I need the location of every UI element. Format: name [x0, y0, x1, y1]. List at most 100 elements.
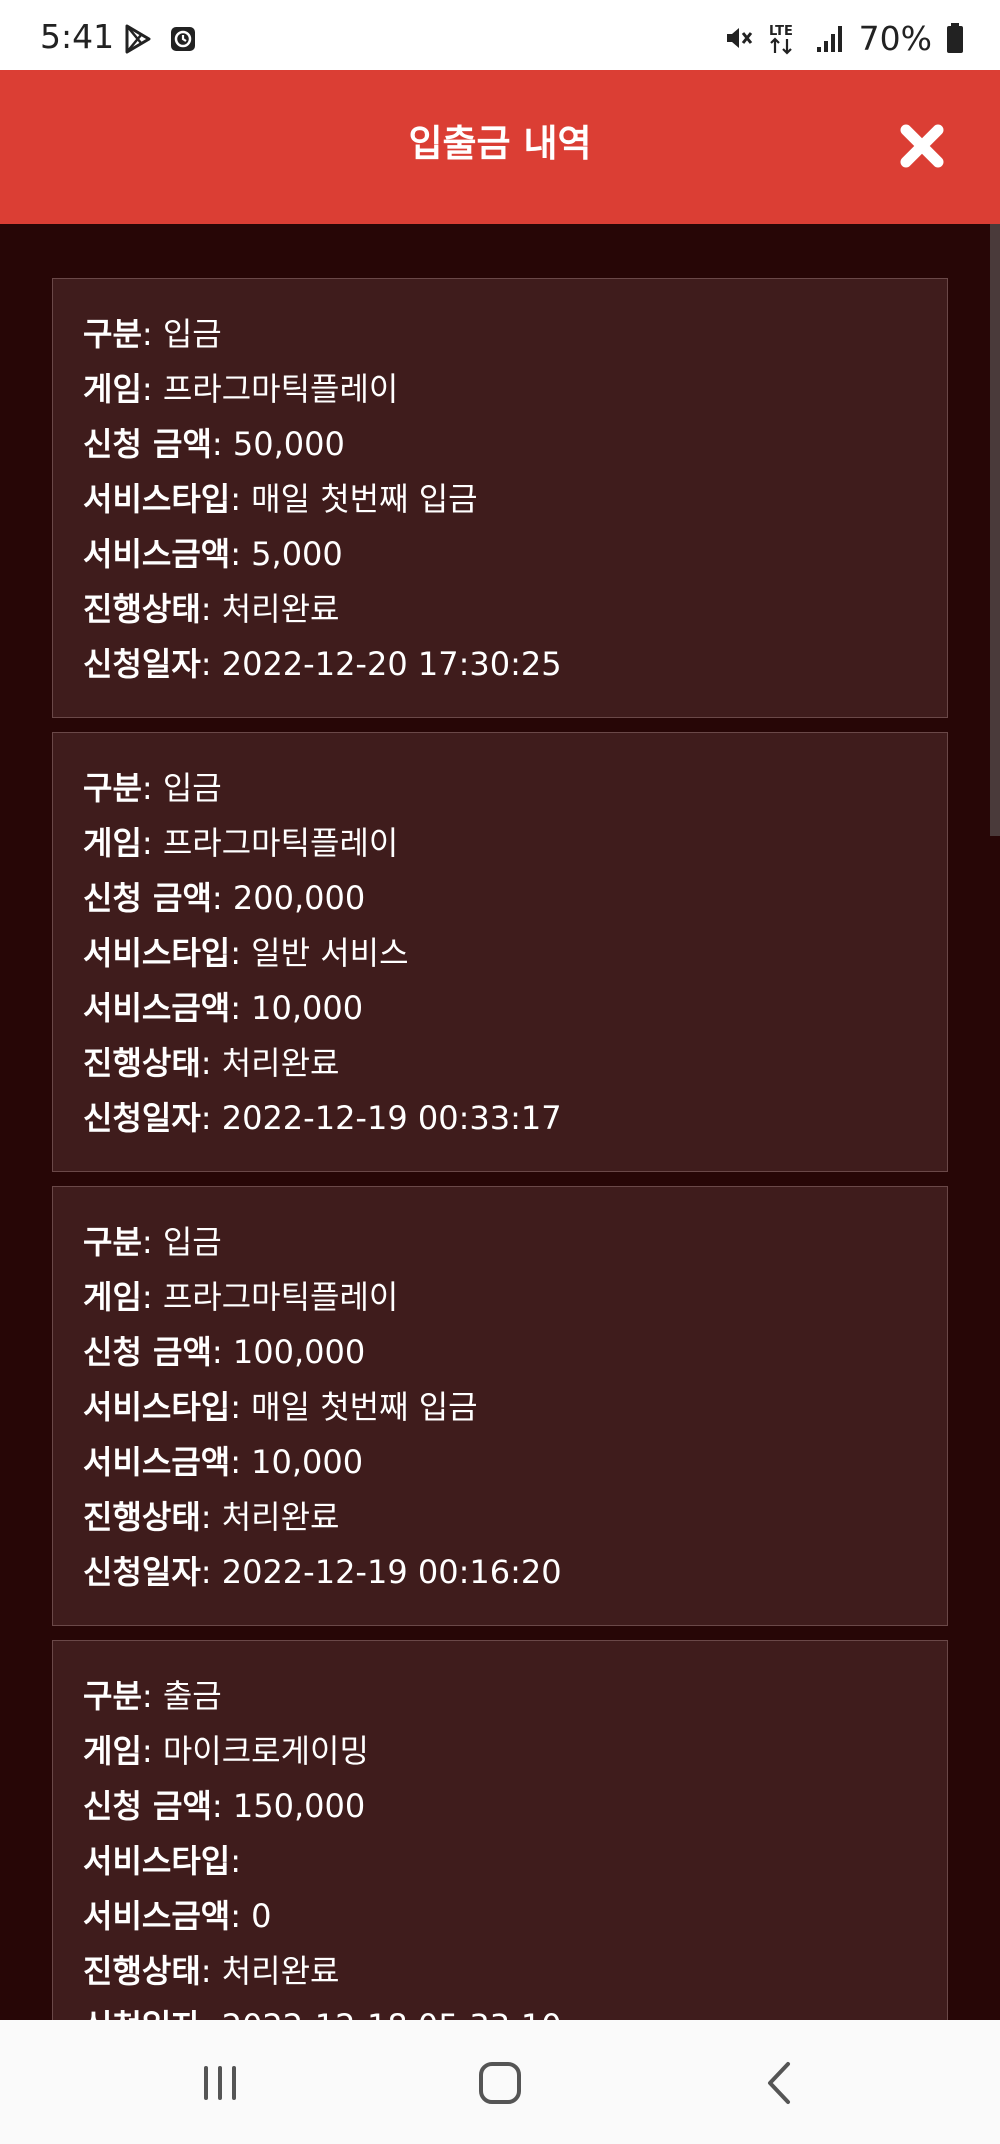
transaction-card: 구분: 입금 게임: 프라그마틱플레이 신청 금액: 200,000 서비스타입…: [52, 732, 948, 1172]
date-value: 2022-12-20 17:30:25: [221, 645, 562, 683]
date-label: 신청일자: [83, 2007, 201, 2020]
transaction-list-scroll[interactable]: 구분: 입금 게임: 프라그마틱플레이 신청 금액: 50,000 서비스타입:…: [0, 224, 1000, 2020]
type-value: 입금: [162, 315, 222, 353]
date-value: 2022-12-19 00:33:17: [221, 1099, 562, 1137]
close-icon: [900, 124, 944, 168]
status-value: 처리완료: [221, 1498, 340, 1536]
date-label: 신청일자: [83, 1553, 201, 1591]
back-icon: [768, 2062, 790, 2104]
service-type-label: 서비스타입: [83, 1388, 231, 1426]
service-type-label: 서비스타입: [83, 1842, 231, 1880]
service-amount-row: 서비스금액: 5,000: [83, 535, 343, 573]
game-row: 게임: 프라그마틱플레이: [83, 824, 399, 862]
type-value: 입금: [162, 1223, 222, 1261]
game-label: 게임: [83, 370, 142, 408]
close-button[interactable]: [896, 120, 948, 172]
game-row: 게임: 프라그마틱플레이: [83, 1278, 399, 1316]
service-type-row: 서비스타입: 매일 첫번째 입금: [83, 1388, 478, 1426]
transaction-card: 구분: 출금 게임: 마이크로게이밍 신청 금액: 150,000 서비스타입:…: [52, 1640, 948, 2020]
service-type-row: 서비스타입: 일반 서비스: [83, 934, 409, 972]
service-type-label: 서비스타입: [83, 934, 231, 972]
service-amount-label: 서비스금액: [83, 1897, 231, 1935]
service-amount-label: 서비스금액: [83, 1443, 231, 1481]
type-label: 구분: [83, 1223, 142, 1261]
game-value: 프라그마틱플레이: [162, 824, 399, 862]
status-label: 진행상태: [83, 1952, 201, 1990]
amount-value: 50,000: [232, 425, 345, 463]
amount-label: 신청 금액: [83, 879, 212, 917]
recents-button[interactable]: [190, 2060, 250, 2106]
amount-value: 100,000: [232, 1333, 366, 1371]
transaction-card: 구분: 입금 게임: 프라그마틱플레이 신청 금액: 50,000 서비스타입:…: [52, 278, 948, 718]
game-row: 게임: 프라그마틱플레이: [83, 370, 399, 408]
transaction-card: 구분: 입금 게임: 프라그마틱플레이 신청 금액: 100,000 서비스타입…: [52, 1186, 948, 1626]
battery-icon: [947, 23, 963, 53]
battery-percentage: 70%: [858, 18, 932, 58]
game-label: 게임: [83, 1278, 142, 1316]
lte-signal-icon: LTE: [769, 24, 793, 55]
network-label: LTE: [769, 24, 793, 39]
home-button[interactable]: [470, 2060, 530, 2106]
service-amount-value: 10,000: [251, 1443, 364, 1481]
scrollbar[interactable]: [990, 224, 1000, 836]
page-title: 입출금 내역: [408, 122, 592, 165]
service-type-value: 매일 첫번째 입금: [251, 1388, 478, 1426]
status-system-icons: LTE 70%: [723, 20, 964, 56]
back-button[interactable]: [750, 2060, 810, 2106]
amount-label: 신청 금액: [83, 1333, 212, 1371]
service-type-row: 서비스타입: 매일 첫번째 입금: [83, 480, 478, 518]
amount-row: 신청 금액: 100,000: [83, 1333, 366, 1371]
status-time: 5:41: [40, 17, 115, 56]
game-label: 게임: [83, 824, 142, 862]
date-value: 2022-12-19 00:16:20: [221, 1553, 562, 1591]
status-bar: 5:41 LTE 70%: [0, 0, 1000, 70]
date-row: 신청일자: 2022-12-18 05:33:10: [83, 1999, 917, 2020]
status-value: 처리완료: [221, 590, 340, 628]
play-store-icon: [125, 24, 151, 54]
type-row: 구분: 출금: [83, 1677, 222, 1715]
date-label: 신청일자: [83, 645, 201, 683]
service-amount-row: 서비스금액: 10,000: [83, 1443, 364, 1481]
amount-value: 150,000: [232, 1787, 366, 1825]
status-label: 진행상태: [83, 1044, 201, 1082]
type-label: 구분: [83, 315, 142, 353]
home-icon: [479, 2062, 521, 2104]
status-row: 진행상태: 처리완료: [83, 590, 340, 628]
type-row: 구분: 입금: [83, 315, 222, 353]
service-type-label: 서비스타입: [83, 480, 231, 518]
amount-label: 신청 금액: [83, 1787, 212, 1825]
status-value: 처리완료: [221, 1952, 340, 1990]
type-value: 입금: [162, 769, 222, 807]
date-row: 신청일자: 2022-12-19 00:33:17: [83, 1099, 562, 1137]
recents-icon: [204, 2066, 236, 2100]
date-row: 신청일자: 2022-12-20 17:30:25: [83, 645, 562, 683]
status-row: 진행상태: 처리완료: [83, 1498, 340, 1536]
amount-row: 신청 금액: 50,000: [83, 425, 345, 463]
service-amount-row: 서비스금액: 0: [83, 1897, 272, 1935]
service-type-value: 일반 서비스: [251, 934, 409, 972]
status-row: 진행상태: 처리완료: [83, 1952, 340, 1990]
game-label: 게임: [83, 1732, 142, 1770]
navigation-bar: [0, 2020, 1000, 2144]
clock-notification-icon: [171, 27, 195, 51]
service-amount-label: 서비스금액: [83, 989, 231, 1027]
amount-label: 신청 금액: [83, 425, 212, 463]
service-amount-row: 서비스금액: 10,000: [83, 989, 364, 1027]
service-type-row: 서비스타입:: [83, 1842, 241, 1880]
status-label: 진행상태: [83, 590, 201, 628]
app-header: 입출금 내역: [0, 70, 1000, 224]
type-row: 구분: 입금: [83, 1223, 222, 1261]
type-label: 구분: [83, 1677, 142, 1715]
transaction-list: 구분: 입금 게임: 프라그마틱플레이 신청 금액: 50,000 서비스타입:…: [52, 278, 948, 2020]
game-value: 마이크로게이밍: [162, 1732, 369, 1770]
service-amount-value: 10,000: [251, 989, 364, 1027]
game-value: 프라그마틱플레이: [162, 1278, 399, 1316]
date-value: 2022-12-18 05:33:10: [222, 2007, 562, 2020]
date-label: 신청일자: [83, 1099, 201, 1137]
type-label: 구분: [83, 769, 142, 807]
service-type-value: 매일 첫번째 입금: [251, 480, 478, 518]
status-value: 처리완료: [221, 1044, 340, 1082]
type-row: 구분: 입금: [83, 769, 222, 807]
game-row: 게임: 마이크로게이밍: [83, 1732, 369, 1770]
game-value: 프라그마틱플레이: [162, 370, 399, 408]
